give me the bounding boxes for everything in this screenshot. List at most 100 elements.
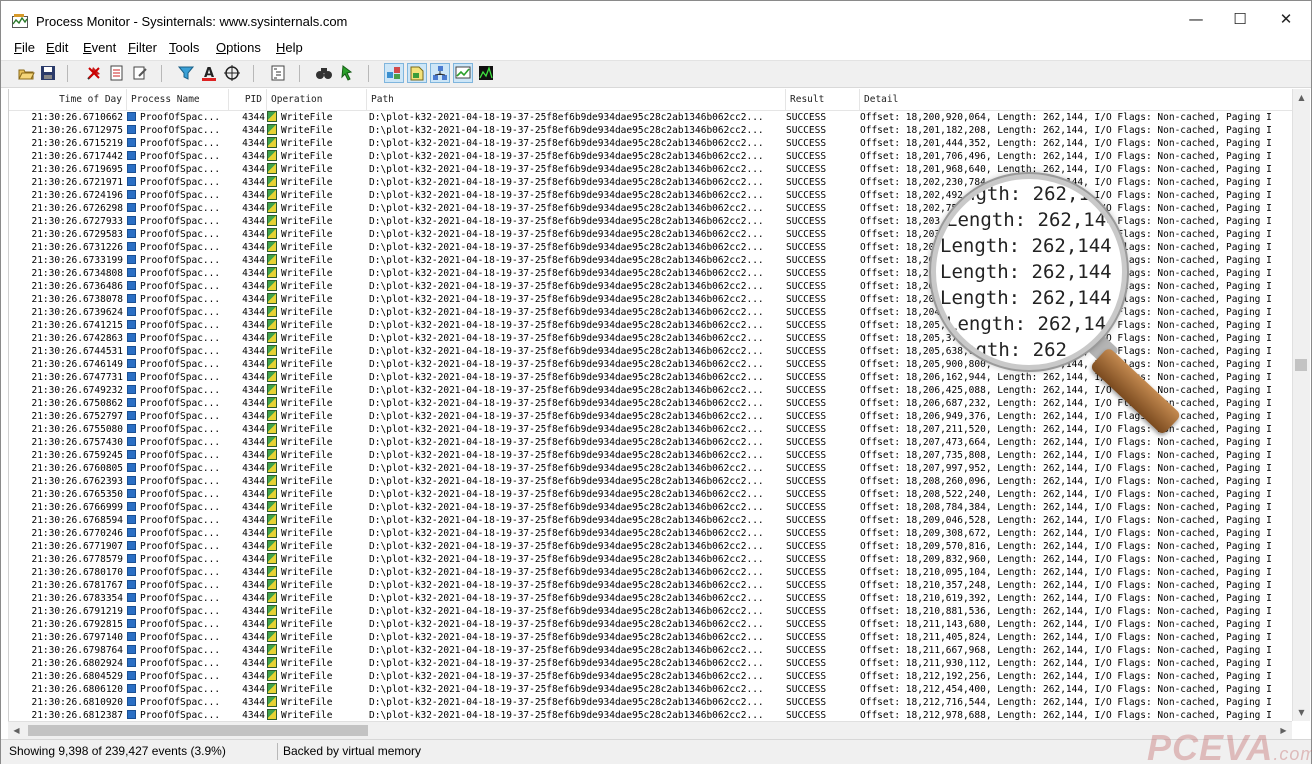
table-row[interactable]: 21:30:26.6766999 ProofOfSpac... 4344 WriteF… (9, 501, 1292, 514)
menu-event[interactable]: Event (83, 40, 116, 55)
autoscroll-icon[interactable] (108, 64, 126, 82)
process-tree-icon[interactable] (269, 64, 287, 82)
table-row[interactable]: 21:30:26.6791219 ProofOfSpac... 4344 WriteF… (9, 605, 1292, 618)
maximize-button[interactable]: ☐ (1217, 1, 1263, 37)
menu-file[interactable]: File (14, 40, 35, 55)
operation-name: WriteFile (281, 229, 333, 240)
horizontal-scrollbar[interactable]: ◀ ▶ (8, 721, 1292, 739)
table-row[interactable]: 21:30:26.6771907 ProofOfSpac... 4344 WriteF… (9, 540, 1292, 553)
cell-path: D:\plot-k32-2021-04-18-19-37-25f8ef6b9de… (369, 372, 764, 383)
table-row[interactable]: 21:30:26.6762393 ProofOfSpac... 4344 WriteF… (9, 475, 1292, 488)
table-row[interactable]: 21:30:26.6760805 ProofOfSpac... 4344 WriteF… (9, 462, 1292, 475)
close-button[interactable]: ✕ (1263, 1, 1309, 37)
column-process-name[interactable]: Process Name (127, 89, 229, 110)
cell-pid: 4344 (242, 216, 265, 227)
table-row[interactable]: 21:30:26.6797140 ProofOfSpac... 4344 WriteF… (9, 631, 1292, 644)
table-row[interactable]: 21:30:26.6806120 ProofOfSpac... 4344 WriteF… (9, 683, 1292, 696)
table-row[interactable]: 21:30:26.6770246 ProofOfSpac... 4344 WriteF… (9, 527, 1292, 540)
memory-status: Backed by virtual memory (283, 744, 422, 758)
process-activity-icon[interactable] (453, 63, 473, 83)
profiling-activity-icon[interactable] (477, 64, 495, 82)
operation-name: WriteFile (281, 216, 333, 227)
operation-name: WriteFile (281, 411, 333, 422)
table-row[interactable]: 21:30:26.6717442 ProofOfSpac... 4344 WriteF… (9, 150, 1292, 163)
clear-icon[interactable] (131, 64, 149, 82)
menu-options[interactable]: Options (216, 40, 261, 55)
detail-offset-label: Offset: (860, 593, 906, 604)
table-row[interactable]: 21:30:26.6783354 ProofOfSpac... 4344 WriteF… (9, 592, 1292, 605)
table-row[interactable]: 21:30:26.6780170 ProofOfSpac... 4344 WriteF… (9, 566, 1292, 579)
menu-tools[interactable]: Tools (169, 40, 199, 55)
table-row[interactable]: 21:30:26.6804529 ProofOfSpac... 4344 WriteF… (9, 670, 1292, 683)
find-icon[interactable] (315, 64, 333, 82)
highlight-icon[interactable]: A (200, 64, 218, 82)
table-row[interactable]: 21:30:26.6712975 ProofOfSpac... 4344 WriteF… (9, 124, 1292, 137)
cell-path: D:\plot-k32-2021-04-18-19-37-25f8ef6b9de… (369, 190, 764, 201)
cell-operation: WriteFile (267, 631, 367, 644)
table-row[interactable]: 21:30:26.6781767 ProofOfSpac... 4344 WriteF… (9, 579, 1292, 592)
vertical-scrollbar[interactable]: ▲ ▼ (1292, 89, 1310, 721)
include-process-icon[interactable] (223, 64, 241, 82)
jump-icon[interactable] (338, 64, 356, 82)
table-row[interactable]: 21:30:26.6768594 ProofOfSpac... 4344 WriteF… (9, 514, 1292, 527)
table-row[interactable]: 21:30:26.6792815 ProofOfSpac... 4344 WriteF… (9, 618, 1292, 631)
minimize-button[interactable]: — (1173, 1, 1219, 37)
process-name: ProofOfSpac... (140, 320, 221, 331)
horizontal-scroll-thumb[interactable] (28, 725, 368, 736)
registry-activity-icon[interactable] (384, 63, 404, 83)
table-row[interactable]: 21:30:26.6750862 ProofOfSpac... 4344 WriteF… (9, 397, 1292, 410)
cell-operation: WriteFile (267, 605, 367, 618)
save-icon[interactable] (39, 64, 57, 82)
scroll-down-arrow-icon[interactable]: ▼ (1293, 704, 1310, 721)
table-row[interactable]: 21:30:26.6715219 ProofOfSpac... 4344 WriteF… (9, 137, 1292, 150)
table-row[interactable]: 21:30:26.6749232 ProofOfSpac... 4344 WriteF… (9, 384, 1292, 397)
detail-offset: 18,210,881,536 (905, 606, 986, 617)
table-row[interactable]: 21:30:26.6802924 ProofOfSpac... 4344 WriteF… (9, 657, 1292, 670)
cell-pid: 4344 (242, 541, 265, 552)
open-icon[interactable] (17, 64, 35, 82)
table-row[interactable]: 21:30:26.6757430 ProofOfSpac... 4344 WriteF… (9, 436, 1292, 449)
scroll-up-arrow-icon[interactable]: ▲ (1293, 89, 1310, 106)
column-pid[interactable]: PID (229, 89, 267, 110)
cell-process: ProofOfSpac... (127, 644, 229, 657)
filter-icon[interactable] (177, 64, 195, 82)
column-operation[interactable]: Operation (267, 89, 367, 110)
table-row[interactable]: 21:30:26.6710662 ProofOfSpac... 4344 WriteF… (9, 111, 1292, 124)
vertical-scroll-thumb[interactable] (1295, 359, 1307, 371)
cell-result: SUCCESS (786, 593, 827, 604)
process-icon (127, 268, 136, 277)
detail-offset: 18,208,522,240 (905, 489, 986, 500)
table-row[interactable]: 21:30:26.6798764 ProofOfSpac... 4344 WriteF… (9, 644, 1292, 657)
scroll-left-arrow-icon[interactable]: ◀ (8, 722, 25, 739)
cell-operation: WriteFile (267, 254, 367, 267)
table-row[interactable]: 21:30:26.6765350 ProofOfSpac... 4344 WriteF… (9, 488, 1292, 501)
column-time-of-day[interactable]: Time of Day (9, 89, 127, 110)
cell-time: 21:30:26.6715219 (31, 138, 123, 149)
menu-help[interactable]: Help (276, 40, 303, 55)
process-icon (127, 632, 136, 641)
cell-time: 21:30:26.6770246 (31, 528, 123, 539)
menu-filter[interactable]: Filter (128, 40, 157, 55)
column-detail[interactable]: Detail (860, 89, 1292, 110)
operation-name: WriteFile (281, 658, 333, 669)
file-write-icon (267, 163, 277, 174)
table-row[interactable]: 21:30:26.6755080 ProofOfSpac... 4344 WriteF… (9, 423, 1292, 436)
cell-path: D:\plot-k32-2021-04-18-19-37-25f8ef6b9de… (369, 593, 764, 604)
menu-edit[interactable]: Edit (46, 40, 68, 55)
file-activity-icon[interactable] (407, 63, 427, 83)
table-row[interactable]: 21:30:26.6810920 ProofOfSpac... 4344 WriteF… (9, 696, 1292, 709)
table-row[interactable]: 21:30:26.6752797 ProofOfSpac... 4344 WriteF… (9, 410, 1292, 423)
network-activity-icon[interactable] (430, 63, 450, 83)
column-result[interactable]: Result (786, 89, 860, 110)
process-icon (127, 151, 136, 160)
column-path[interactable]: Path (367, 89, 786, 110)
file-write-icon (267, 384, 277, 395)
table-row[interactable]: 21:30:26.6759245 ProofOfSpac... 4344 WriteF… (9, 449, 1292, 462)
cell-operation: WriteFile (267, 111, 367, 124)
detail-offset-label: Offset: (860, 567, 906, 578)
capture-icon[interactable] (85, 64, 103, 82)
title-bar[interactable]: Process Monitor - Sysinternals: www.sysi… (1, 1, 1311, 37)
operation-name: WriteFile (281, 281, 333, 292)
table-row[interactable]: 21:30:26.6778579 ProofOfSpac... 4344 WriteF… (9, 553, 1292, 566)
table-row[interactable]: 21:30:26.6812387 ProofOfSpac... 4344 WriteF… (9, 709, 1292, 721)
